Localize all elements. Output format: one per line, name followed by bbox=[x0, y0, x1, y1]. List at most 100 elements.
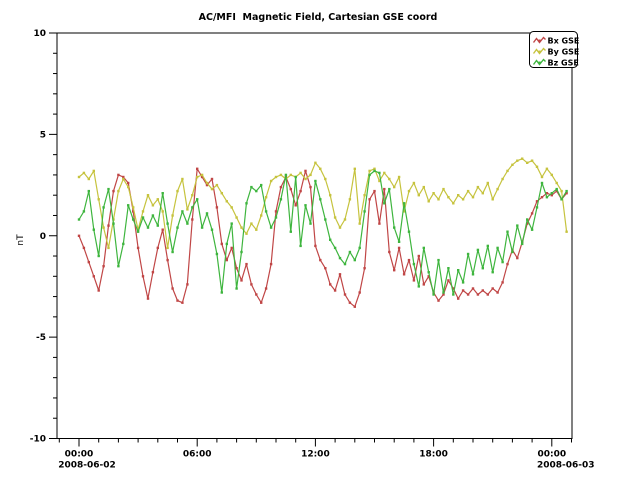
data-point-marker bbox=[157, 247, 159, 249]
data-point-marker bbox=[295, 176, 297, 178]
data-point-marker bbox=[275, 216, 277, 218]
data-point-marker bbox=[147, 226, 149, 228]
data-point-marker bbox=[408, 190, 410, 192]
y-tick-label: 0 bbox=[40, 232, 46, 242]
data-point-marker bbox=[516, 257, 518, 259]
data-point-marker bbox=[181, 178, 183, 180]
legend-label-bz-gse: Bz GSE bbox=[548, 59, 579, 68]
data-point-marker bbox=[541, 196, 543, 198]
data-point-marker bbox=[280, 174, 282, 176]
data-point-marker bbox=[339, 273, 341, 275]
data-point-marker bbox=[309, 222, 311, 224]
data-point-marker bbox=[98, 289, 100, 291]
data-point-marker bbox=[319, 198, 321, 200]
data-point-marker bbox=[516, 224, 518, 226]
data-point-marker bbox=[560, 198, 562, 200]
y-axis-label: nT bbox=[16, 234, 26, 246]
data-point-marker bbox=[93, 229, 95, 231]
data-point-marker bbox=[408, 231, 410, 233]
x-axis: 00:002008-06-0206:0012:0018:0000:002008-… bbox=[58, 439, 594, 471]
data-point-marker bbox=[304, 170, 306, 172]
data-point-marker bbox=[240, 251, 242, 253]
data-point-marker bbox=[186, 222, 188, 224]
data-point-marker bbox=[467, 293, 469, 295]
data-point-marker bbox=[171, 287, 173, 289]
data-point-marker bbox=[462, 198, 464, 200]
data-point-marker bbox=[349, 302, 351, 304]
data-point-marker bbox=[329, 239, 331, 241]
data-point-marker bbox=[496, 188, 498, 190]
data-point-marker bbox=[127, 186, 129, 188]
legend-marker-bx-gse bbox=[539, 40, 541, 42]
data-point-marker bbox=[166, 247, 168, 249]
data-point-marker bbox=[482, 267, 484, 269]
data-point-marker bbox=[477, 293, 479, 295]
data-point-marker bbox=[526, 162, 528, 164]
data-point-marker bbox=[83, 210, 85, 212]
series-lines bbox=[78, 158, 568, 308]
data-point-marker bbox=[457, 269, 459, 271]
data-point-marker bbox=[221, 291, 223, 293]
data-point-marker bbox=[432, 293, 434, 295]
data-point-marker bbox=[211, 229, 213, 231]
data-point-marker bbox=[290, 231, 292, 233]
data-point-marker bbox=[166, 222, 168, 224]
data-point-marker bbox=[221, 243, 223, 245]
data-point-marker bbox=[235, 216, 237, 218]
data-point-marker bbox=[393, 226, 395, 228]
data-point-marker bbox=[191, 206, 193, 208]
data-point-marker bbox=[546, 168, 548, 170]
data-point-marker bbox=[526, 218, 528, 220]
data-point-marker bbox=[393, 186, 395, 188]
data-point-marker bbox=[107, 247, 109, 249]
data-point-marker bbox=[142, 210, 144, 212]
y-axis: 1050-5-10 bbox=[30, 29, 57, 445]
data-point-marker bbox=[482, 289, 484, 291]
magnetic-field-chart: AC/MFI Magnetic Field, Cartesian GSE coo… bbox=[0, 0, 640, 480]
data-point-marker bbox=[413, 182, 415, 184]
data-point-marker bbox=[487, 182, 489, 184]
data-point-marker bbox=[117, 190, 119, 192]
data-point-marker bbox=[152, 204, 154, 206]
data-point-marker bbox=[152, 214, 154, 216]
data-point-marker bbox=[403, 202, 405, 204]
data-point-marker bbox=[511, 251, 513, 253]
x-tick-label: 00:00 bbox=[65, 450, 94, 460]
data-point-marker bbox=[88, 261, 90, 263]
data-point-marker bbox=[339, 226, 341, 228]
x-date-label: 2008-06-02 bbox=[58, 461, 116, 471]
data-point-marker bbox=[78, 235, 80, 237]
data-point-marker bbox=[93, 275, 95, 277]
data-point-marker bbox=[428, 200, 430, 202]
data-point-marker bbox=[314, 162, 316, 164]
x-tick-label: 00:00 bbox=[537, 450, 566, 460]
data-point-marker bbox=[521, 158, 523, 160]
data-point-marker bbox=[521, 243, 523, 245]
data-point-marker bbox=[472, 287, 474, 289]
data-point-marker bbox=[462, 281, 464, 283]
series-bz-gse bbox=[78, 170, 568, 296]
data-point-marker bbox=[383, 202, 385, 204]
legend: Bx GSEBy GSEBz GSE bbox=[530, 32, 580, 68]
data-point-marker bbox=[122, 178, 124, 180]
data-point-marker bbox=[334, 247, 336, 249]
data-point-marker bbox=[226, 200, 228, 202]
data-point-marker bbox=[344, 293, 346, 295]
data-point-marker bbox=[255, 190, 257, 192]
data-point-marker bbox=[152, 271, 154, 273]
data-point-marker bbox=[467, 253, 469, 255]
data-point-marker bbox=[482, 192, 484, 194]
data-point-marker bbox=[196, 198, 198, 200]
data-point-marker bbox=[191, 194, 193, 196]
data-point-marker bbox=[354, 259, 356, 261]
data-point-marker bbox=[231, 222, 233, 224]
data-point-marker bbox=[551, 174, 553, 176]
data-point-marker bbox=[383, 172, 385, 174]
data-point-marker bbox=[565, 190, 567, 192]
data-point-marker bbox=[314, 245, 316, 247]
data-point-marker bbox=[324, 178, 326, 180]
data-point-marker bbox=[492, 287, 494, 289]
data-point-marker bbox=[457, 194, 459, 196]
data-point-marker bbox=[285, 174, 287, 176]
x-tick-label: 18:00 bbox=[419, 450, 448, 460]
